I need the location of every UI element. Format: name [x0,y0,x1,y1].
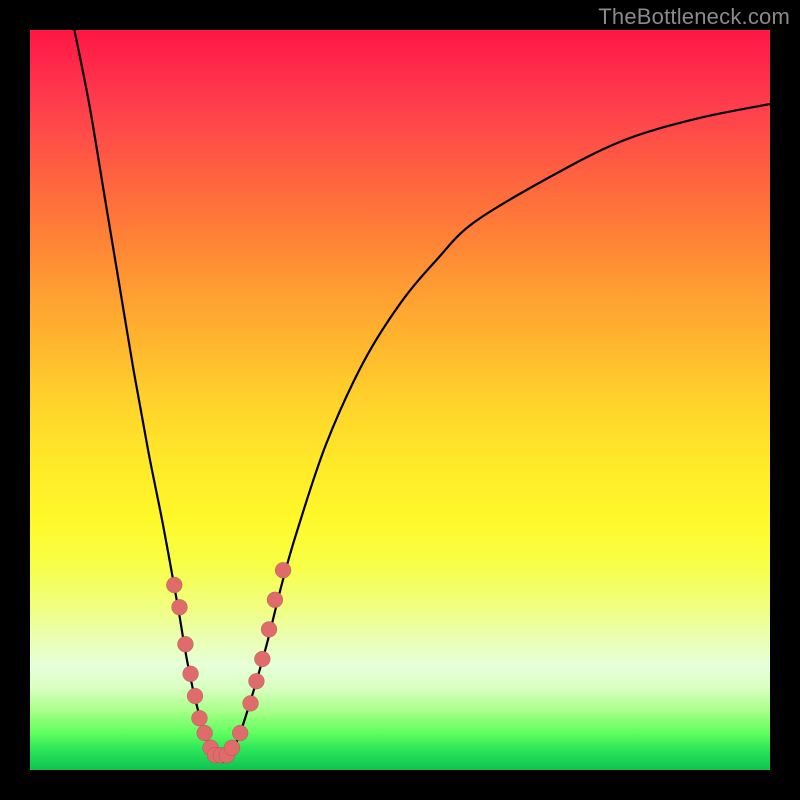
dot [197,725,213,741]
watermark-text: TheBottleneck.com [598,4,790,30]
chart-frame: TheBottleneck.com [0,0,800,800]
dot [183,666,199,682]
dot [267,592,283,608]
dot [166,577,182,593]
dot [187,688,203,704]
dot [177,636,193,652]
dot [171,599,187,615]
chart-svg [30,30,770,770]
highlight-dots [166,562,291,763]
dot [254,651,270,667]
curve-right [222,104,770,763]
dot [191,710,207,726]
curve-left [74,30,222,763]
dot [224,740,240,756]
dot [248,673,264,689]
dot [261,621,277,637]
dot [243,695,259,711]
dot [275,562,291,578]
dot [232,725,248,741]
